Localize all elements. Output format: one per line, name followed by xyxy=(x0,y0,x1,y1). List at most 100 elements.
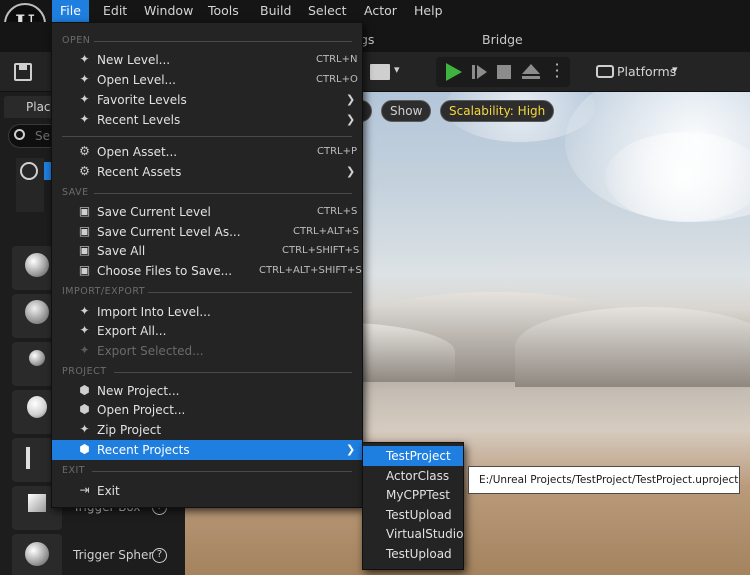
save-current-level-as-shortcut: CTRL+ALT+S xyxy=(293,226,359,237)
pawn-icon xyxy=(29,350,45,366)
save-icon[interactable] xyxy=(14,63,32,81)
open-asset-label: Open Asset... xyxy=(97,145,178,159)
recent-levels-label: Recent Levels xyxy=(97,113,181,127)
save-icon: ▣ xyxy=(78,204,91,218)
save-current-level-label: Save Current Level xyxy=(97,205,211,219)
divider xyxy=(94,41,352,42)
zip-project-icon: ✦ xyxy=(79,422,90,436)
favorite-levels-icon: ✦ xyxy=(79,92,90,106)
show-button[interactable]: Show xyxy=(381,100,432,122)
search-placeholder: Se xyxy=(35,129,50,143)
save-current-level-shortcut: CTRL+S xyxy=(317,206,358,217)
flag-icon xyxy=(26,447,30,469)
export-selected-icon: ✦ xyxy=(79,343,90,357)
dune xyxy=(515,307,750,387)
character-icon xyxy=(25,300,49,324)
play-icon[interactable] xyxy=(446,63,462,81)
export-selected-label: Export Selected... xyxy=(97,344,204,358)
open-project-icon: ⬢ xyxy=(79,402,90,416)
sphere-icon xyxy=(25,542,49,566)
choose-files-to-save-shortcut: CTRL+ALT+SHIFT+S xyxy=(259,265,362,276)
chevron-down-icon: ▾ xyxy=(672,63,678,76)
save-current-level-as-label: Save Current Level As... xyxy=(97,225,241,239)
new-project-icon: ⬢ xyxy=(79,383,90,397)
new-project-label: New Project... xyxy=(97,384,180,398)
new-level-label: New Level... xyxy=(97,53,171,67)
new-level-icon: ✦ xyxy=(79,52,90,66)
tab-bridge[interactable]: Bridge xyxy=(482,32,523,47)
chevron-right-icon: ❯ xyxy=(346,165,356,178)
recent-project-label: VirtualStudio xyxy=(386,527,464,541)
recent-levels-icon: ✦ xyxy=(79,112,90,126)
menu-build[interactable]: Build xyxy=(252,0,299,22)
exit-label: Exit xyxy=(97,484,120,498)
platforms-label: Platforms xyxy=(617,64,677,79)
menu-tools[interactable]: Tools xyxy=(200,0,247,22)
import-into-level-label: Import Into Level... xyxy=(97,305,211,319)
section-header-open: OPEN xyxy=(62,35,91,46)
recent-projects-label: Recent Projects xyxy=(97,443,190,457)
place-actors-title: Plac xyxy=(26,100,51,114)
import-icon: ✦ xyxy=(79,304,90,318)
open-level-label: Open Level... xyxy=(97,73,176,87)
section-header-import-export: IMPORT/EXPORT xyxy=(62,286,146,297)
open-asset-icon: ⚙ xyxy=(79,144,90,158)
save-all-shortcut: CTRL+SHIFT+S xyxy=(282,245,360,256)
menu-file[interactable]: File xyxy=(52,0,89,22)
favorite-levels-label: Favorite Levels xyxy=(97,93,187,107)
section-header-project: PROJECT xyxy=(62,366,107,377)
chevron-right-icon: ❯ xyxy=(346,93,356,106)
advance-frame-icon[interactable] xyxy=(472,65,487,79)
sphere-icon xyxy=(25,253,49,277)
chevron-right-icon: ❯ xyxy=(346,443,356,456)
divider xyxy=(62,136,352,137)
save-all-label: Save All xyxy=(97,244,146,258)
menu-select[interactable]: Select xyxy=(300,0,355,22)
search-icon xyxy=(14,129,25,140)
cube-icon xyxy=(28,494,46,512)
open-level-icon: ✦ xyxy=(79,72,90,86)
menu-actor[interactable]: Actor xyxy=(356,0,405,22)
new-level-shortcut: CTRL+N xyxy=(316,54,358,65)
chevron-down-icon[interactable]: ▾ xyxy=(394,63,400,76)
actor-label-trigger-sphere: Trigger Spher xyxy=(73,548,154,562)
section-header-exit: EXIT xyxy=(62,465,86,476)
recent-project-label: ActorClass xyxy=(386,469,450,483)
open-asset-shortcut: CTRL+P xyxy=(317,146,358,157)
divider xyxy=(148,292,352,293)
recent-assets-label: Recent Assets xyxy=(97,165,182,179)
recent-project-label: TestUpload xyxy=(386,547,452,561)
divider xyxy=(94,193,352,194)
export-all-label: Export All... xyxy=(97,324,167,338)
recent-assets-icon: ⚙ xyxy=(79,164,90,178)
stop-icon[interactable] xyxy=(497,65,511,79)
save-as-icon: ▣ xyxy=(78,224,91,238)
open-project-label: Open Project... xyxy=(97,403,186,417)
cinematics-icon[interactable] xyxy=(370,64,390,80)
open-level-shortcut: CTRL+O xyxy=(316,74,358,85)
lightbulb-icon xyxy=(27,396,47,418)
recent-project-label: TestProject xyxy=(386,449,451,463)
recent-project-label: TestUpload xyxy=(386,508,452,522)
recent-projects-icon: ⬢ xyxy=(79,442,90,456)
recent-project-label: MyCPPTest xyxy=(386,488,450,502)
more-options-icon[interactable]: · · · xyxy=(551,57,563,85)
clock-icon[interactable] xyxy=(20,162,38,180)
project-path-tooltip: E:/Unreal Projects/TestProject/TestProje… xyxy=(468,466,740,494)
gamepad-icon xyxy=(596,65,614,78)
choose-files-to-save-label: Choose Files to Save... xyxy=(97,264,233,278)
choose-files-icon: ▣ xyxy=(78,263,91,277)
menu-edit[interactable]: Edit xyxy=(95,0,135,22)
eject-icon[interactable] xyxy=(522,64,540,80)
divider xyxy=(92,471,352,472)
exit-icon: ⇥ xyxy=(79,483,90,497)
save-all-icon: ▣ xyxy=(78,243,91,257)
menu-window[interactable]: Window xyxy=(136,0,201,22)
export-icon: ✦ xyxy=(79,323,90,337)
scalability-button[interactable]: Scalability: High xyxy=(440,100,555,122)
section-header-save: SAVE xyxy=(62,187,89,198)
chevron-right-icon: ❯ xyxy=(346,113,356,126)
divider xyxy=(114,372,352,373)
menu-help[interactable]: Help xyxy=(406,0,451,22)
help-icon[interactable]: ? xyxy=(152,548,167,563)
